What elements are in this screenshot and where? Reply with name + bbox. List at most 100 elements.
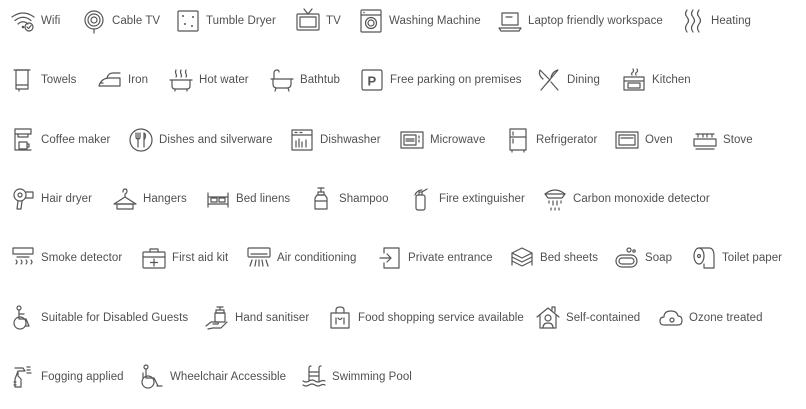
amenity-hangers: Hangers (111, 184, 187, 214)
refrigerator-icon (504, 126, 532, 154)
amenity-label: Kitchen (652, 74, 691, 86)
amenity-label: Swimming Pool (332, 371, 412, 383)
amenities-list: Wifi Cable TV Tumble Dryer TV Washing Ma… (0, 0, 806, 409)
amenity-label: Tumble Dryer (206, 15, 276, 27)
amenity-fogging: Fogging applied (9, 362, 124, 392)
amenity-kitchen: Kitchen (620, 65, 691, 95)
amenity-wifi: Wifi (9, 6, 60, 36)
amenity-dishes: Dishes and silverware (127, 125, 273, 155)
amenity-cable-tv: Cable TV (80, 6, 160, 36)
amenity-shampoo: Shampoo (307, 184, 389, 214)
tumble-dryer-icon (174, 7, 202, 35)
amenity-stove: Stove (691, 125, 753, 155)
amenity-label: Fogging applied (41, 371, 124, 383)
tv-icon (294, 7, 322, 35)
swimming-pool-icon (300, 363, 328, 391)
amenity-private-entrance: Private entrance (376, 243, 493, 273)
heating-icon (679, 7, 707, 35)
laptop-icon (496, 7, 524, 35)
amenity-label: Self-contained (566, 312, 641, 324)
amenity-label: TV (326, 15, 341, 27)
air-conditioning-icon (245, 244, 273, 272)
amenity-label: Shampoo (339, 193, 389, 205)
amenity-air-conditioning: Air conditioning (245, 243, 356, 273)
amenity-label: First aid kit (172, 252, 229, 264)
amenity-label: Free parking on premises (390, 74, 522, 86)
soap-icon (613, 244, 641, 272)
ozone-icon (657, 304, 685, 332)
amenity-toilet-paper: Toilet paper (690, 243, 782, 273)
bed-sheets-icon (508, 244, 536, 272)
toilet-paper-icon (690, 244, 718, 272)
oven-icon (613, 126, 641, 154)
amenity-label: Smoke detector (41, 252, 123, 264)
svg-text:P: P (368, 74, 377, 89)
house-icon (534, 304, 562, 332)
amenity-disabled-guests: Suitable for Disabled Guests (9, 303, 188, 333)
amenity-label: Stove (723, 134, 753, 146)
parking-icon: P (358, 66, 386, 94)
amenity-co-detector: Carbon monoxide detector (541, 184, 710, 214)
amenity-smoke-detector: Smoke detector (9, 243, 122, 273)
amenity-tumble-dryer: Tumble Dryer (174, 6, 276, 36)
amenity-label: Wifi (41, 15, 61, 27)
bed-icon (204, 185, 232, 213)
towels-icon (9, 66, 37, 94)
amenity-dishwasher: Dishwasher (288, 125, 381, 155)
amenity-label: Oven (645, 134, 673, 146)
dining-icon (535, 66, 563, 94)
dishes-icon (127, 126, 155, 154)
amenity-label: Soap (645, 252, 673, 264)
amenity-label: Coffee maker (41, 134, 111, 146)
amenity-label: Washing Machine (389, 15, 481, 27)
amenity-label: Refrigerator (536, 134, 598, 146)
amenity-self-contained: Self-contained (534, 303, 640, 333)
amenity-parking: P Free parking on premises (358, 65, 522, 95)
co-detector-icon (541, 185, 569, 213)
amenity-label: Laptop friendly workspace (528, 15, 663, 27)
amenity-coffee-maker: Coffee maker (9, 125, 110, 155)
amenity-label: Cable TV (112, 15, 161, 27)
wifi-icon (9, 7, 37, 35)
amenity-label: Dishes and silverware (159, 134, 273, 146)
amenity-label: Hot water (199, 74, 249, 86)
amenity-label: Wheelchair Accessible (170, 371, 287, 383)
bathtub-icon (268, 66, 296, 94)
amenity-dining: Dining (535, 65, 600, 95)
amenity-label: Towels (41, 74, 77, 86)
amenity-oven: Oven (613, 125, 673, 155)
amenity-label: Hair dryer (41, 193, 92, 205)
shampoo-icon (307, 185, 335, 213)
hand-sanitiser-icon (203, 304, 231, 332)
smoke-detector-icon (9, 244, 37, 272)
coffee-maker-icon (9, 126, 37, 154)
amenity-label: Hangers (143, 193, 187, 205)
amenity-microwave: Microwave (398, 125, 485, 155)
hair-dryer-icon (9, 185, 37, 213)
amenity-label: Bathtub (300, 74, 340, 86)
hanger-icon (111, 185, 139, 213)
microwave-icon (398, 126, 426, 154)
amenity-heating: Heating (679, 6, 751, 36)
amenity-label: Iron (128, 74, 149, 86)
amenity-bathtub: Bathtub (268, 65, 340, 95)
amenity-food-shopping: Food shopping service available (326, 303, 524, 333)
amenity-swimming-pool: Swimming Pool (300, 362, 412, 392)
amenity-label: Bed sheets (540, 252, 599, 264)
amenity-label: Carbon monoxide detector (573, 193, 710, 205)
amenity-first-aid: First aid kit (140, 243, 228, 273)
amenity-label: Toilet paper (722, 252, 783, 264)
amenity-washing-machine: Washing Machine (357, 6, 481, 36)
amenity-label: Ozone treated (689, 312, 763, 324)
amenity-label: Air conditioning (277, 252, 357, 264)
washing-machine-icon (357, 7, 385, 35)
kitchen-icon (620, 66, 648, 94)
amenity-laptop: Laptop friendly workspace (496, 6, 663, 36)
amenity-label: Hand sanitiser (235, 312, 310, 324)
amenity-bed-sheets: Bed sheets (508, 243, 598, 273)
amenity-label: Private entrance (408, 252, 493, 264)
amenity-wheelchair: Wheelchair Accessible (138, 362, 286, 392)
amenity-label: Heating (711, 15, 751, 27)
amenity-label: Dining (567, 74, 600, 86)
amenity-towels: Towels (9, 65, 76, 95)
